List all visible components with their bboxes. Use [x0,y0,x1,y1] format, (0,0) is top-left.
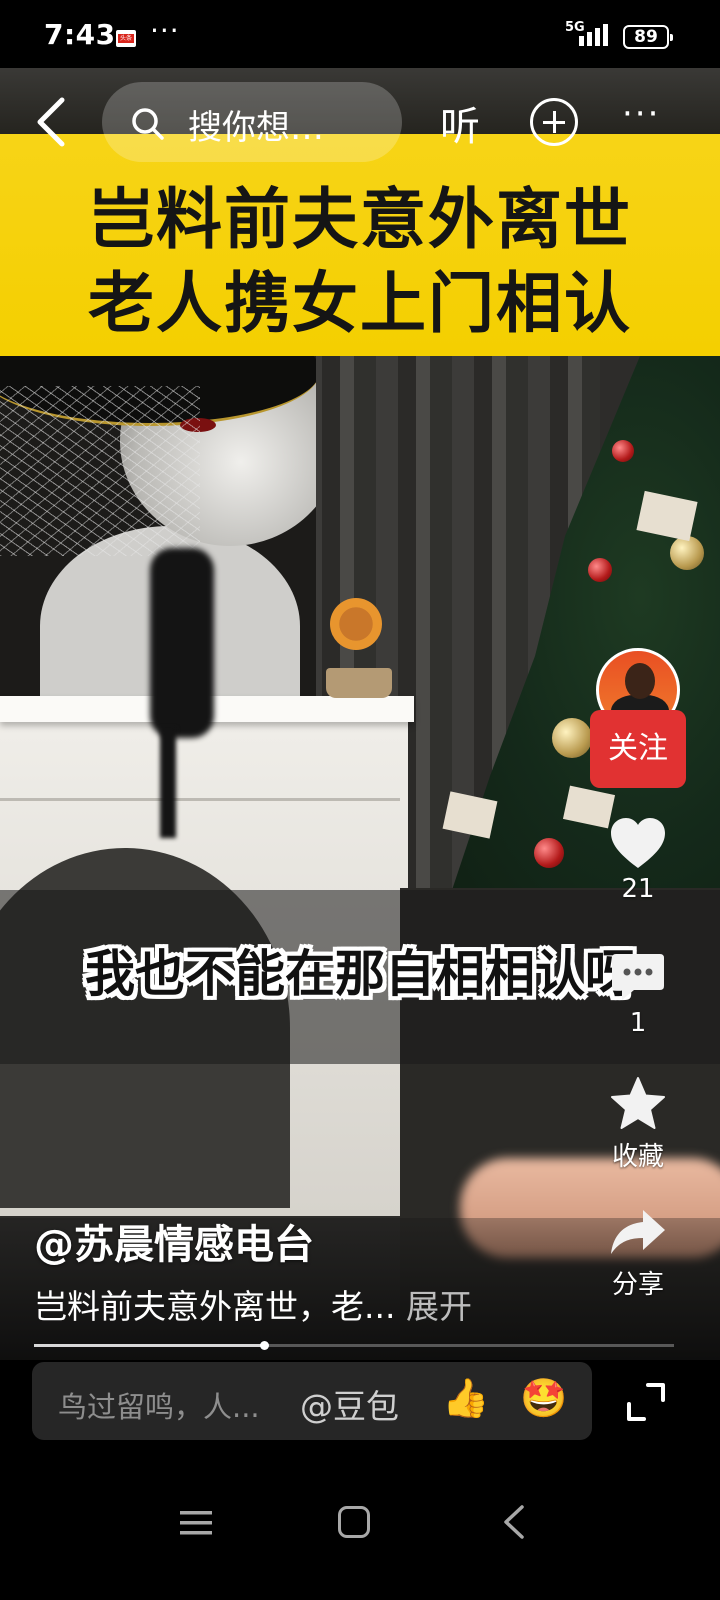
mantel-trim [0,798,400,801]
add-icon[interactable] [530,98,578,146]
signal-icon [579,24,608,46]
share-arrow-icon [611,1210,665,1254]
bottom-bar: 鸟过留鸣，人... @豆包 👍 🤩 [0,1360,720,1600]
status-time: 7:43 [44,18,116,51]
author-name[interactable]: @苏晨情感电台 [34,1212,314,1270]
like-button[interactable]: 21 [596,816,680,904]
favorite-button[interactable]: 收藏 [596,1076,680,1173]
listen-button[interactable]: 听 [440,94,480,152]
status-bar: 7:43 头条 ··· 5G 89 [0,0,720,68]
comment-icon [612,954,664,1000]
more-options-icon[interactable]: ··· [622,94,660,134]
star-icon [611,1077,665,1129]
expand-link[interactable]: 展开 [406,1287,472,1326]
ornament-gold [552,718,592,758]
caption-text: 岂料前夫意外离世，老... [34,1287,396,1326]
progress-fill [34,1344,265,1347]
share-button[interactable]: 分享 [596,1206,680,1301]
system-back-icon[interactable] [498,1504,528,1540]
ornament-red [612,440,634,462]
system-navigation-bar [0,1470,720,1590]
search-bar[interactable]: 搜你想… [102,82,402,162]
video-player[interactable]: 岂料前夫意外离世 老人携女上门相认 搜你想… 听 ··· 我也不能在那自相相认呀… [0,68,720,1360]
favorite-label: 收藏 [611,1142,664,1172]
video-caption[interactable]: 岂料前夫意外离世，老... 展开 [34,1280,472,1328]
headline-line-1: 岂料前夫意外离世 [88,181,632,258]
ornament-red [588,558,612,582]
microphone [150,548,214,738]
comment-input[interactable]: 鸟过留鸣，人... @豆包 👍 🤩 [32,1362,592,1440]
like-count: 21 [621,874,655,904]
video-progress-bar[interactable] [34,1341,674,1350]
search-placeholder: 搜你想… [188,108,324,148]
painting-net [0,386,200,556]
share-label: 分享 [611,1270,664,1300]
ornament-red [534,838,564,868]
headline-banner: 岂料前夫意外离世 老人携女上门相认 [0,134,720,356]
back-icon[interactable] [30,94,74,150]
recent-apps-icon[interactable] [180,1510,212,1536]
sunflower-figure [330,598,382,650]
heart-icon [611,818,665,868]
toutiao-app-icon: 头条 [116,30,136,47]
flower-pot [326,668,392,698]
status-more-icon: ··· [150,14,180,47]
microphone-stand [160,728,176,838]
thumbs-up-emoji[interactable]: 👍 [442,1376,489,1421]
toutiao-app-icon-label: 头条 [118,34,134,43]
ornament-gold [670,536,704,570]
comment-count: 1 [629,1008,647,1038]
headline-line-2: 老人携女上门相认 [88,265,632,342]
home-icon[interactable] [338,1506,370,1538]
search-icon [132,108,164,140]
fullscreen-icon[interactable] [626,1382,666,1422]
comment-button[interactable]: 1 [596,950,680,1038]
comment-placeholder: 鸟过留鸣，人... [58,1390,260,1424]
star-eyes-emoji[interactable]: 🤩 [520,1376,567,1421]
avatar-head [625,663,655,699]
battery-icon: 89 [623,25,673,49]
doubao-mention-button[interactable]: @豆包 [300,1380,399,1428]
follow-button[interactable]: 关注 [590,710,686,788]
